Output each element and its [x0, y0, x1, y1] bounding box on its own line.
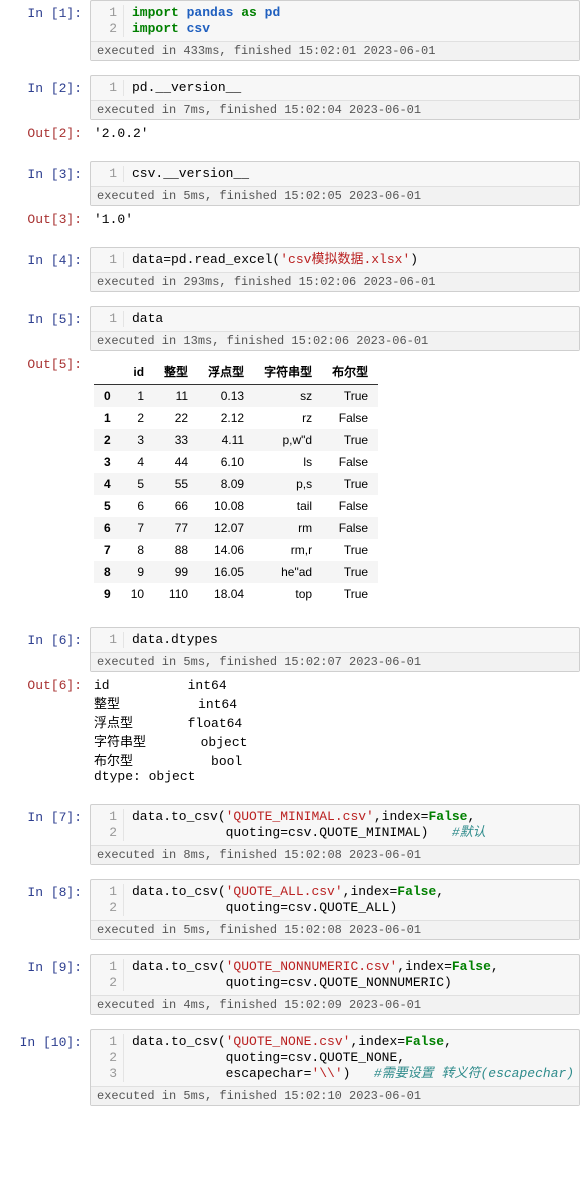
cell-2-out: Out[2]: '2.0.2' — [0, 120, 580, 147]
code-input[interactable]: 12 data.to_csv('QUOTE_MINIMAL.csv',index… — [90, 804, 580, 865]
in-prompt: In [2]: — [0, 75, 90, 100]
gutter: 12 — [91, 5, 124, 37]
cell-3-out: Out[3]: '1.0' — [0, 206, 580, 233]
table-row: 12222.12rzFalse — [94, 407, 378, 429]
exec-status: executed in 13ms, finished 15:02:06 2023… — [91, 331, 579, 350]
table-row: 899916.05he"adTrue — [94, 561, 378, 583]
exec-status: executed in 8ms, finished 15:02:08 2023-… — [91, 845, 579, 864]
in-prompt: In [6]: — [0, 627, 90, 652]
code-input[interactable]: 12 data.to_csv('QUOTE_ALL.csv',index=Fal… — [90, 879, 580, 940]
exec-status: executed in 7ms, finished 15:02:04 2023-… — [91, 100, 579, 119]
table-row: 91011018.04topTrue — [94, 583, 378, 605]
cell-5-out: Out[5]: id整型浮点型字符串型布尔型 01110.13szTrue122… — [0, 351, 580, 613]
table-header — [94, 359, 121, 385]
cell-2: In [2]: 1 pd.__version__ executed in 7ms… — [0, 75, 580, 120]
cell-6: In [6]: 1 data.dtypes executed in 5ms, f… — [0, 627, 580, 672]
table-header: 浮点型 — [198, 359, 254, 385]
in-prompt: In [3]: — [0, 161, 90, 186]
in-prompt: In [5]: — [0, 306, 90, 331]
in-prompt: In [8]: — [0, 879, 90, 904]
exec-status: executed in 433ms, finished 15:02:01 202… — [91, 41, 579, 60]
table-row: 566610.08tailFalse — [94, 495, 378, 517]
cell-4: In [4]: 1 data=pd.read_excel('csv模拟数据.xl… — [0, 247, 580, 292]
exec-status: executed in 5ms, finished 15:02:05 2023-… — [91, 186, 579, 205]
table-row: 01110.13szTrue — [94, 385, 378, 408]
cell-5: In [5]: 1 data executed in 13ms, finishe… — [0, 306, 580, 351]
cell-10: In [10]: 123 data.to_csv('QUOTE_NONE.csv… — [0, 1029, 580, 1106]
table-header: id — [121, 359, 154, 385]
cell-9: In [9]: 12 data.to_csv('QUOTE_NONNUMERIC… — [0, 954, 580, 1015]
cell-3: In [3]: 1 csv.__version__ executed in 5m… — [0, 161, 580, 206]
exec-status: executed in 5ms, finished 15:02:07 2023-… — [91, 652, 579, 671]
dataframe-table: id整型浮点型字符串型布尔型 01110.13szTrue12222.12rzF… — [94, 359, 378, 605]
table-header: 布尔型 — [322, 359, 378, 385]
exec-status: executed in 5ms, finished 15:02:08 2023-… — [91, 920, 579, 939]
code-input[interactable]: 1 csv.__version__ executed in 5ms, finis… — [90, 161, 580, 206]
table-row: 34446.10lsFalse — [94, 451, 378, 473]
output-text: id int64 整型 int64 浮点型 float64 字符串型 objec… — [90, 672, 580, 790]
cell-6-out: Out[6]: id int64 整型 int64 浮点型 float64 字符… — [0, 672, 580, 790]
cell-1: In [1]: 12 import pandas as pd import cs… — [0, 0, 580, 61]
table-row: 788814.06rm,rTrue — [94, 539, 378, 561]
table-row: 23334.11p,w"dTrue — [94, 429, 378, 451]
cell-7: In [7]: 12 data.to_csv('QUOTE_MINIMAL.cs… — [0, 804, 580, 865]
exec-status: executed in 4ms, finished 15:02:09 2023-… — [91, 995, 579, 1014]
code-input[interactable]: 1 data=pd.read_excel('csv模拟数据.xlsx') exe… — [90, 247, 580, 292]
cell-8: In [8]: 12 data.to_csv('QUOTE_ALL.csv',i… — [0, 879, 580, 940]
output-text: '1.0' — [90, 206, 580, 233]
in-prompt: In [10]: — [0, 1029, 90, 1054]
out-prompt: Out[5]: — [0, 351, 90, 376]
out-prompt: Out[3]: — [0, 206, 90, 231]
code-text: import pandas as pd import csv — [124, 5, 280, 37]
table-header: 字符串型 — [254, 359, 322, 385]
exec-status: executed in 293ms, finished 15:02:06 202… — [91, 272, 579, 291]
in-prompt: In [9]: — [0, 954, 90, 979]
out-prompt: Out[6]: — [0, 672, 90, 697]
in-prompt: In [1]: — [0, 0, 90, 25]
table-row: 45558.09p,sTrue — [94, 473, 378, 495]
code-input[interactable]: 123 data.to_csv('QUOTE_NONE.csv',index=F… — [90, 1029, 580, 1106]
code-input[interactable]: 1 data executed in 13ms, finished 15:02:… — [90, 306, 580, 351]
code-input[interactable]: 12 data.to_csv('QUOTE_NONNUMERIC.csv',in… — [90, 954, 580, 1015]
code-input[interactable]: 1 data.dtypes executed in 5ms, finished … — [90, 627, 580, 672]
table-row: 677712.07rmFalse — [94, 517, 378, 539]
in-prompt: In [7]: — [0, 804, 90, 829]
code-input[interactable]: 12 import pandas as pd import csv execut… — [90, 0, 580, 61]
out-prompt: Out[2]: — [0, 120, 90, 145]
output-text: '2.0.2' — [90, 120, 580, 147]
exec-status: executed in 5ms, finished 15:02:10 2023-… — [91, 1086, 579, 1105]
code-input[interactable]: 1 pd.__version__ executed in 7ms, finish… — [90, 75, 580, 120]
table-header: 整型 — [154, 359, 198, 385]
in-prompt: In [4]: — [0, 247, 90, 272]
